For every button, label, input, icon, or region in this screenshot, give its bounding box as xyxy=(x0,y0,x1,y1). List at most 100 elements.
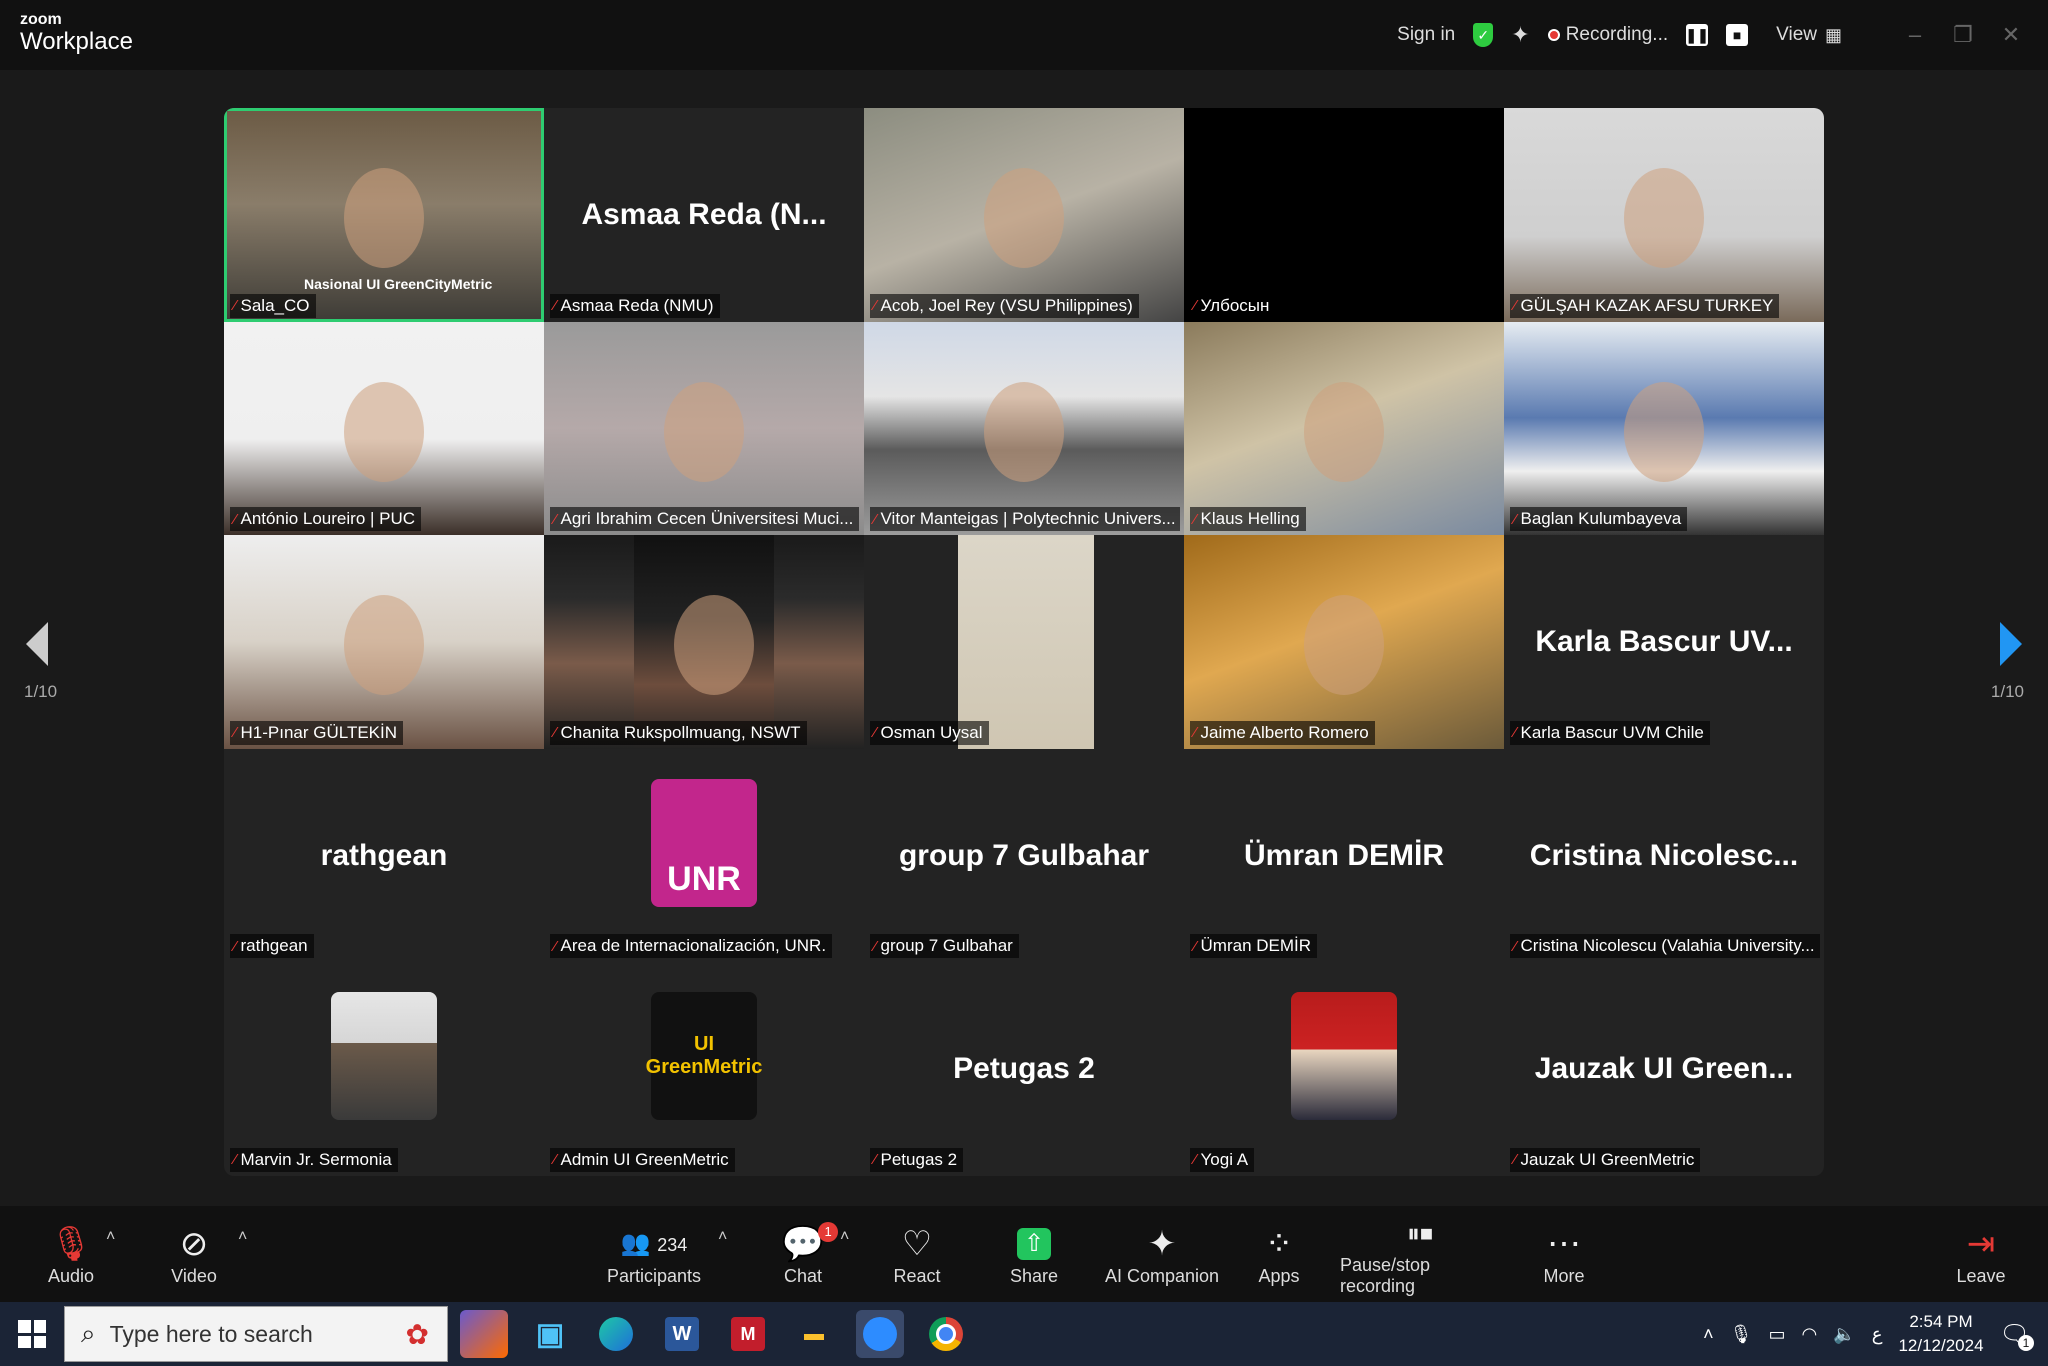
participant-tile[interactable]: Cristina Nicolesc... ⁄ Cristina Nicolescu … xyxy=(1504,749,1824,963)
participant-tile[interactable]: ⁄ Acob, Joel Rey (VSU Philippines) xyxy=(864,108,1184,322)
participant-tile[interactable]: ⁄ Agri Ibrahim Cecen Üniversitesi Muci... xyxy=(544,321,864,536)
participant-tile[interactable]: group 7 Gulbahar ⁄ group 7 Gulbahar xyxy=(864,749,1184,963)
participant-name-label: ⁄ Asmaa Reda (NMU) xyxy=(550,293,720,318)
participant-tile[interactable]: UNR ⁄ Area de Internacionalización, UNR. xyxy=(544,749,864,963)
participant-name: Ümran DEMİR xyxy=(1200,936,1312,956)
participant-tile[interactable]: ⁄ Jaime Alberto Romero xyxy=(1184,535,1504,749)
taskbar-search[interactable]: ⌕ Type here to search ✿ xyxy=(64,1306,448,1362)
participant-tile[interactable]: Ümran DEMİR ⁄ Ümran DEMİR xyxy=(1184,749,1504,963)
chevron-up-icon[interactable]: ˄ xyxy=(1703,1324,1714,1345)
participant-name: Area de Internacionalización, UNR. xyxy=(560,936,827,956)
ai-companion-label: AI Companion xyxy=(1104,1265,1220,1286)
sign-in-link[interactable]: Sign in xyxy=(1397,24,1455,46)
mic-muted-icon: ⁄ xyxy=(234,724,237,742)
windows-start-icon[interactable] xyxy=(18,1320,46,1348)
audio-label: Audio xyxy=(47,1265,95,1286)
poinsettia-icon: ✿ xyxy=(405,1318,429,1350)
participant-tile[interactable]: Petugas 2 ⁄ Petugas 2 xyxy=(864,962,1184,1176)
participant-tile[interactable]: Karla Bascur UV... ⁄ Karla Bascur UVM Chil… xyxy=(1504,535,1824,749)
wifi-icon[interactable]: ◠ xyxy=(1802,1324,1818,1345)
video-feed xyxy=(958,535,1094,749)
more-button[interactable]: ⋯ More xyxy=(1536,1206,1592,1302)
mic-muted-icon: ⁄ xyxy=(874,297,877,315)
next-page-icon[interactable] xyxy=(2000,622,2022,666)
participant-tile[interactable]: ⁄ Улбосын xyxy=(1184,108,1504,322)
logo-brand: Workplace xyxy=(20,28,133,55)
store-app-icon[interactable]: ▣ xyxy=(526,1310,574,1358)
share-button[interactable]: ⇧ Share xyxy=(1008,1206,1060,1302)
participant-name: Acob, Joel Rey (VSU Philippines) xyxy=(880,295,1133,315)
recording-indicator: Recording... xyxy=(1547,24,1668,46)
copilot-app-icon[interactable] xyxy=(460,1310,508,1358)
edge-app-icon[interactable] xyxy=(592,1310,640,1358)
close-icon[interactable]: ✕ xyxy=(1996,22,2026,48)
clock[interactable]: 2:54 PM 12/12/2024 xyxy=(1898,1310,1983,1358)
audio-caret-icon[interactable]: ˄ xyxy=(106,1228,115,1246)
page-indicator-left: 1/10 xyxy=(24,682,58,701)
pause-stop-recording-button[interactable]: ⏸⏹ Pause/stop recording xyxy=(1340,1206,1500,1302)
search-placeholder: Type here to search xyxy=(109,1320,313,1347)
participant-tile[interactable]: ⁄ Marvin Jr. Sermonia xyxy=(224,962,544,1176)
participant-tile[interactable]: ⁄ Osman Uysal xyxy=(864,535,1184,749)
participant-name-label: ⁄ Ümran DEMİR xyxy=(1190,934,1318,959)
leave-button[interactable]: ⇥ Leave xyxy=(1956,1206,2005,1302)
participant-tile[interactable]: Nasional UI GreenCityMetric ⁄ Sala_CO xyxy=(224,108,544,322)
language-indicator[interactable]: ع xyxy=(1872,1324,1883,1345)
participants-icon: 👥 234 xyxy=(620,1229,688,1257)
notification-icon[interactable]: 🗨 1 xyxy=(2000,1320,2034,1351)
apps-label: Apps xyxy=(1258,1265,1300,1286)
chat-button[interactable]: 💬 1 Chat xyxy=(778,1206,839,1302)
word-app-icon[interactable]: W xyxy=(658,1310,706,1358)
participant-tile[interactable]: Jauzak UI Green... ⁄ Jauzak UI GreenMetric xyxy=(1504,962,1824,1176)
video-button[interactable]: ⊘ Video xyxy=(166,1206,222,1302)
participant-name-label: ⁄ Klaus Helling xyxy=(1190,507,1306,532)
audio-button[interactable]: 🎙 Audio xyxy=(44,1206,98,1302)
view-button[interactable]: View ▦ xyxy=(1776,24,1842,46)
heart-icon: ♡ xyxy=(901,1224,933,1263)
participant-tile[interactable]: Asmaa Reda (N... ⁄ Asmaa Reda (NMU) xyxy=(544,108,864,322)
pause-recording-icon[interactable]: ❚❚ xyxy=(1685,24,1709,46)
gallery-grid: Nasional UI GreenCityMetric ⁄ Sala_CO Asmaa… xyxy=(224,108,1824,1176)
participants-caret-icon[interactable]: ˄ xyxy=(718,1228,727,1246)
mic-muted-icon: ⁄ xyxy=(1514,1151,1517,1169)
chrome-app-icon[interactable] xyxy=(922,1310,970,1358)
participant-tile[interactable]: ⁄ Yogi A xyxy=(1184,962,1504,1176)
participant-name: Baglan Kulumbayeva xyxy=(1520,509,1682,529)
ai-sparkle-icon[interactable]: ✦ xyxy=(1511,22,1529,48)
participant-name-label: ⁄ Karla Bascur UVM Chile xyxy=(1510,720,1710,745)
participant-name: Jaime Alberto Romero xyxy=(1200,722,1369,742)
video-caret-icon[interactable]: ˄ xyxy=(238,1228,247,1246)
participant-name: Admin UI GreenMetric xyxy=(560,1149,729,1169)
minimize-icon[interactable]: – xyxy=(1900,22,1930,48)
participant-tile[interactable]: rathgean ⁄ rathgean xyxy=(224,749,544,963)
react-button[interactable]: ♡ React xyxy=(890,1206,944,1302)
person-silhouette xyxy=(1624,168,1704,268)
participant-tile[interactable]: ⁄ António Loureiro | PUC xyxy=(224,321,544,536)
participant-tile[interactable]: ⁄ Baglan Kulumbayeva xyxy=(1504,321,1824,536)
battery-icon[interactable]: ▭ xyxy=(1769,1324,1786,1345)
participant-tile[interactable]: ⁄ Chanita Rukspollmuang, NSWT xyxy=(544,535,864,749)
prev-page-icon[interactable] xyxy=(26,622,48,666)
participant-tile[interactable]: ⁄ Klaus Helling xyxy=(1184,321,1504,536)
ai-companion-button[interactable]: ✦ AI Companion xyxy=(1104,1206,1220,1302)
stop-recording-icon[interactable]: ■ xyxy=(1726,24,1749,46)
apps-button[interactable]: ⁘ Apps xyxy=(1254,1206,1304,1302)
security-shield-icon[interactable]: ✓ xyxy=(1473,23,1494,47)
participant-tile[interactable]: ⁄ GÜLŞAH KAZAK AFSU TURKEY xyxy=(1504,108,1824,322)
restore-icon[interactable]: ❐ xyxy=(1948,22,1978,48)
participant-display-name: Ümran DEMİR xyxy=(1243,838,1445,872)
media-app-icon[interactable]: ▬ xyxy=(790,1310,838,1358)
participant-name-label: ⁄ Vitor Manteigas | Polytechnic Univers..… xyxy=(870,507,1180,532)
microphone-icon[interactable]: 🎙 xyxy=(1730,1324,1753,1345)
participant-name: group 7 Gulbahar xyxy=(880,936,1013,956)
participant-tile[interactable]: ⁄ H1-Pınar GÜLTEKİN xyxy=(224,535,544,749)
participants-button[interactable]: 👥 234 Participants xyxy=(606,1206,702,1302)
volume-icon[interactable]: 🔈 xyxy=(1833,1324,1855,1345)
mendeley-app-icon[interactable]: M xyxy=(724,1310,772,1358)
participant-tile[interactable]: UI GreenMetric ⁄ Admin UI GreenMetric xyxy=(544,962,864,1176)
chat-caret-icon[interactable]: ˄ xyxy=(840,1228,849,1246)
person-silhouette xyxy=(344,168,424,268)
zoom-app-icon[interactable] xyxy=(856,1310,904,1358)
mic-muted-icon: ⁄ xyxy=(234,510,237,528)
participant-tile[interactable]: ⁄ Vitor Manteigas | Polytechnic Univers..… xyxy=(864,321,1184,536)
